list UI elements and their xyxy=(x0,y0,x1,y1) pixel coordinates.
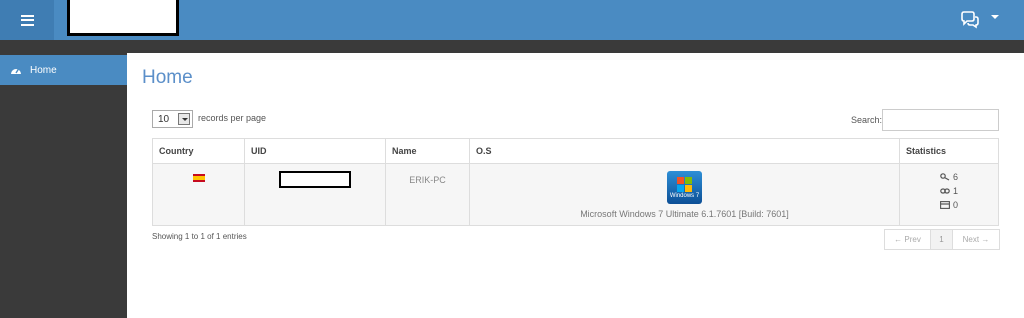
chat-icon[interactable] xyxy=(960,11,980,29)
search-label: Search: xyxy=(851,115,883,125)
table-info: Showing 1 to 1 of 1 entries xyxy=(152,232,247,241)
dashboard-icon xyxy=(11,68,21,74)
stat-value: 1 xyxy=(953,186,959,196)
stat-passwords: 6 xyxy=(940,170,998,184)
os-description: Microsoft Windows 7 Ultimate 6.1.7601 [B… xyxy=(580,209,789,219)
column-header-statistics[interactable]: Statistics xyxy=(899,138,999,164)
column-header-os[interactable]: O.S xyxy=(469,138,900,164)
stat-cards: 0 xyxy=(940,198,998,212)
stat-value: 6 xyxy=(953,172,959,182)
menu-toggle-button[interactable] xyxy=(0,0,54,40)
chevron-down-icon xyxy=(178,113,190,125)
column-header-name[interactable]: Name xyxy=(385,138,470,164)
cell-uid xyxy=(244,163,386,226)
sidebar-item-label: Home xyxy=(30,64,57,76)
top-navbar xyxy=(0,0,1024,40)
windows-7-logo-icon: Windows 7 xyxy=(667,171,702,204)
table-header-row: Country UID Name O.S Statistics xyxy=(152,138,999,164)
os-badge-text: Windows 7 xyxy=(669,193,700,199)
uid-redacted xyxy=(279,171,351,188)
page-title: Home xyxy=(142,67,193,88)
key-icon xyxy=(940,173,950,181)
subheader-band xyxy=(0,40,1024,53)
cell-os: Windows 7 Microsoft Windows 7 Ultimate 6… xyxy=(469,163,900,226)
page-1-button[interactable]: 1 xyxy=(931,230,953,249)
cell-name: ERIK-PC xyxy=(385,163,470,226)
cell-country xyxy=(152,163,245,226)
table-row[interactable]: ERIK-PC Windows 7 Microsoft Windows 7 Ul… xyxy=(152,163,999,226)
user-dropdown-caret-icon[interactable] xyxy=(991,15,999,19)
data-table: Country UID Name O.S Statistics ERIK-PC xyxy=(152,138,999,226)
records-per-page-value: 10 xyxy=(158,113,170,125)
cell-statistics: 6 1 0 xyxy=(899,163,999,226)
records-per-page-label: records per page xyxy=(198,113,267,123)
card-icon xyxy=(940,201,950,209)
spain-flag-icon xyxy=(192,174,205,182)
main-content: Home 10 records per page Search: Country… xyxy=(127,53,1024,318)
column-header-country[interactable]: Country xyxy=(152,138,245,164)
stat-value: 0 xyxy=(953,200,959,210)
column-header-uid[interactable]: UID xyxy=(244,138,386,164)
stat-links: 1 xyxy=(940,184,998,198)
link-icon xyxy=(940,187,950,195)
prev-page-button[interactable]: ← Prev xyxy=(885,230,931,249)
next-page-button[interactable]: Next → xyxy=(953,230,999,249)
hamburger-icon xyxy=(20,14,34,26)
pagination: ← Prev 1 Next → xyxy=(884,229,1000,250)
records-per-page-select[interactable]: 10 xyxy=(152,110,193,128)
sidebar: Home xyxy=(0,53,127,318)
brand-logo-redacted xyxy=(67,0,179,36)
computer-name: ERIK-PC xyxy=(409,175,446,185)
search-input[interactable] xyxy=(882,109,999,131)
sidebar-item-home[interactable]: Home xyxy=(0,55,127,85)
